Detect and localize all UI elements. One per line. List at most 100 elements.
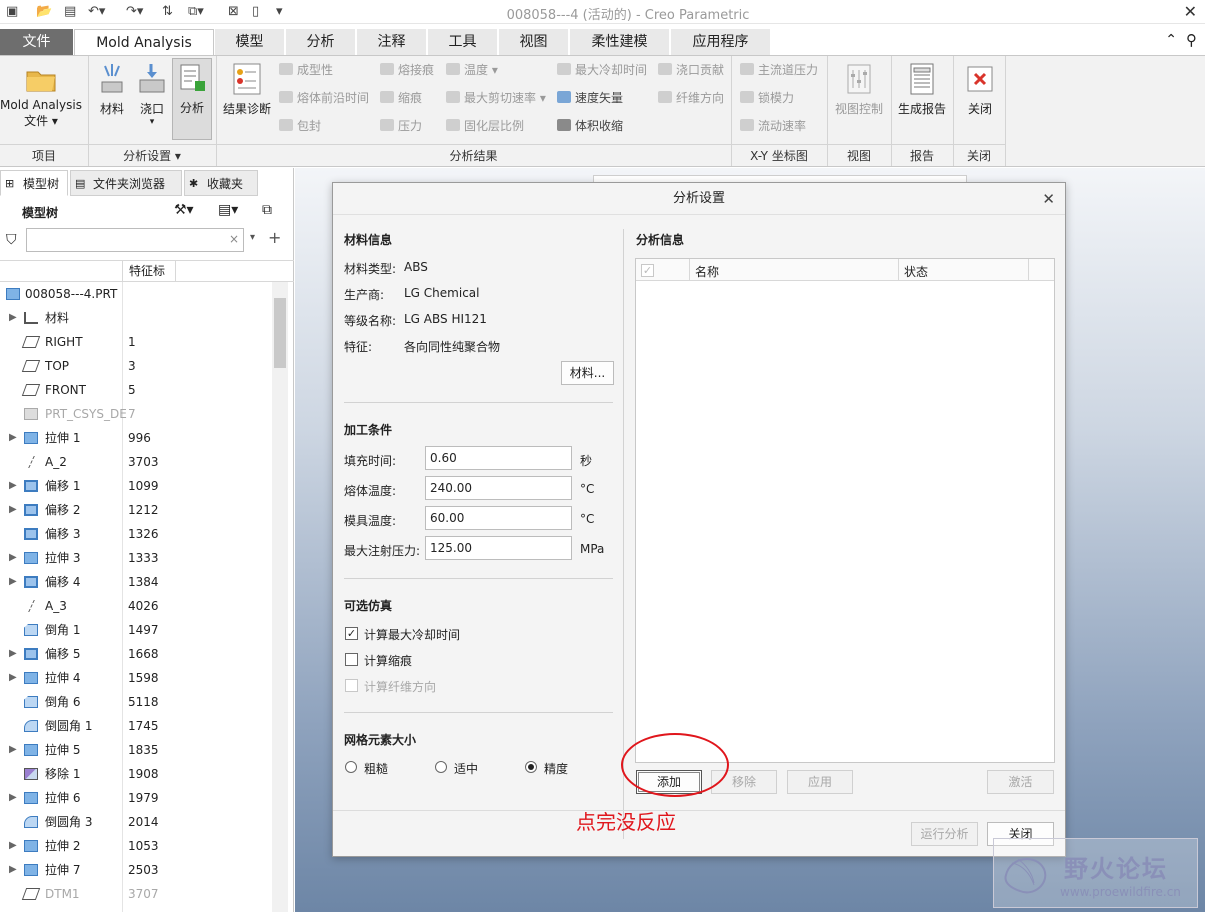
tree-search-input[interactable]: ×: [26, 228, 244, 252]
tree-row[interactable]: TOP 3: [0, 354, 294, 378]
run-analysis-button[interactable]: 运行分析: [911, 822, 978, 846]
collapse-ribbon-icon[interactable]: ⌃: [1165, 32, 1177, 48]
tree-row[interactable]: ▶ 偏移 4 1384: [0, 570, 294, 594]
result-air-trap[interactable]: 包封: [279, 117, 321, 135]
search-icon[interactable]: ⚲: [1186, 31, 1197, 49]
generate-report-button[interactable]: 生成报告: [894, 62, 950, 117]
expand-arrow-icon[interactable]: ▶: [9, 642, 17, 666]
mold-analysis-file-button[interactable]: Mold Analysis 文件 ▾: [0, 64, 82, 129]
material-button[interactable]: 材料: [94, 62, 130, 117]
tree-row[interactable]: 倒角 6 5118: [0, 690, 294, 714]
result-volume-shrinkage[interactable]: 体积收缩: [557, 117, 623, 135]
view-control-button[interactable]: 视图控制: [830, 62, 888, 117]
tree-row[interactable]: ▶ 材料: [0, 306, 294, 330]
result-sink-mark[interactable]: 缩痕: [380, 89, 422, 107]
result-frozen-layer[interactable]: 固化层比例: [446, 117, 524, 135]
tree-row[interactable]: PRT_CSYS_DE 7: [0, 402, 294, 426]
expand-arrow-icon[interactable]: ▶: [9, 306, 17, 330]
tab-analysis[interactable]: 分析: [286, 29, 356, 55]
xy-clamp-force[interactable]: 锁模力: [740, 89, 794, 107]
tree-row[interactable]: RIGHT 1: [0, 330, 294, 354]
sink-mark-checkbox[interactable]: [345, 653, 358, 666]
tree-row[interactable]: 倒角 1 1497: [0, 618, 294, 642]
mesh-medium-radio[interactable]: [435, 761, 447, 773]
tree-show-icon[interactable]: ▤▾: [218, 202, 238, 218]
cooling-time-checkbox[interactable]: ✓: [345, 627, 358, 640]
tree-row[interactable]: ▶ 偏移 1 1099: [0, 474, 294, 498]
expand-arrow-icon[interactable]: ▶: [9, 666, 17, 690]
tree-row[interactable]: 移除 1 1908: [0, 762, 294, 786]
tab-annotate[interactable]: 注释: [357, 29, 427, 55]
expand-arrow-icon[interactable]: ▶: [9, 498, 17, 522]
tree-row[interactable]: ▶ 拉伸 2 1053: [0, 834, 294, 858]
result-temperature[interactable]: 温度 ▾: [446, 61, 498, 79]
tree-filter-icon[interactable]: ⧉: [262, 202, 272, 218]
expand-arrow-icon[interactable]: ▶: [9, 570, 17, 594]
activate-button[interactable]: 激活: [987, 770, 1054, 794]
add-icon[interactable]: +: [268, 228, 281, 247]
mesh-fine-radio[interactable]: [525, 761, 537, 773]
result-melt-front-time[interactable]: 熔体前沿时间: [279, 89, 369, 107]
result-max-cooling-time[interactable]: 最大冷却时间: [557, 61, 647, 79]
result-gate-contribution[interactable]: 浇口贡献: [658, 61, 724, 79]
analysis-button[interactable]: 分析: [172, 58, 212, 140]
tree-row[interactable]: FRONT 5: [0, 378, 294, 402]
material-button[interactable]: 材料...: [561, 361, 614, 385]
close-window-button[interactable]: ✕: [1184, 2, 1197, 21]
tab-flexible-modeling[interactable]: 柔性建模: [570, 29, 670, 55]
result-max-shear-rate[interactable]: 最大剪切速率 ▾: [446, 89, 546, 107]
tab-folder-browser[interactable]: ▤ 文件夹浏览器: [70, 170, 182, 196]
result-moldability[interactable]: 成型性: [279, 61, 333, 79]
result-pressure[interactable]: 压力: [380, 117, 422, 135]
fill-time-input[interactable]: 0.60: [425, 446, 572, 470]
result-fiber-orientation[interactable]: 纤维方向: [658, 89, 724, 107]
tab-file[interactable]: 文件: [0, 29, 74, 55]
result-diagnosis-button[interactable]: 结果诊断: [220, 62, 274, 117]
tree-row[interactable]: ▶ 拉伸 6 1979: [0, 786, 294, 810]
tab-model[interactable]: 模型: [215, 29, 285, 55]
tree-row[interactable]: A_3 4026: [0, 594, 294, 618]
clear-search-icon[interactable]: ×: [229, 232, 239, 246]
result-velocity-vector[interactable]: 速度矢量: [557, 89, 623, 107]
tab-view[interactable]: 视图: [499, 29, 569, 55]
column-header-name[interactable]: 名称: [695, 263, 719, 280]
column-header-feature-id[interactable]: 特征标: [122, 260, 176, 282]
tree-row[interactable]: ▶ 拉伸 1 996: [0, 426, 294, 450]
expand-arrow-icon[interactable]: ▶: [9, 858, 17, 882]
mesh-coarse-radio[interactable]: [345, 761, 357, 773]
dialog-close-icon[interactable]: ✕: [1042, 183, 1055, 215]
tree-row[interactable]: ▶ 拉伸 5 1835: [0, 738, 294, 762]
expand-arrow-icon[interactable]: ▶: [9, 474, 17, 498]
column-header-status[interactable]: 状态: [904, 263, 928, 280]
xy-sprue-pressure[interactable]: 主流道压力: [740, 61, 818, 79]
tree-row[interactable]: ▶ 偏移 5 1668: [0, 642, 294, 666]
tree-row[interactable]: ▶ 偏移 2 1212: [0, 498, 294, 522]
expand-arrow-icon[interactable]: ▶: [9, 546, 17, 570]
tree-row[interactable]: 倒圆角 1 1745: [0, 714, 294, 738]
melt-temp-input[interactable]: 240.00: [425, 476, 572, 500]
expand-arrow-icon[interactable]: ▶: [9, 834, 17, 858]
expand-arrow-icon[interactable]: ▶: [9, 426, 17, 450]
tree-row[interactable]: ▶ 拉伸 3 1333: [0, 546, 294, 570]
result-weld-line[interactable]: 熔接痕: [380, 61, 434, 79]
tab-mold-analysis[interactable]: Mold Analysis: [74, 29, 214, 55]
tab-model-tree[interactable]: ⊞ 模型树: [0, 170, 68, 196]
tab-favorites[interactable]: ✱ 收藏夹: [184, 170, 258, 196]
tree-settings-icon[interactable]: ⚒▾: [174, 202, 194, 218]
tree-row[interactable]: A_2 3703: [0, 450, 294, 474]
mold-temp-input[interactable]: 60.00: [425, 506, 572, 530]
xy-flow-rate[interactable]: 流动速率: [740, 117, 806, 135]
tree-row[interactable]: 倒圆角 3 2014: [0, 810, 294, 834]
tab-applications[interactable]: 应用程序: [671, 29, 771, 55]
gate-button[interactable]: 浇口 ▾: [134, 62, 170, 127]
tab-tools[interactable]: 工具: [428, 29, 498, 55]
tree-row[interactable]: DTM1 3707: [0, 882, 294, 906]
tree-row[interactable]: ▶ 拉伸 7 2503: [0, 858, 294, 882]
tree-root[interactable]: 008058---4.PRT: [0, 282, 294, 306]
analysis-info-table[interactable]: ✓ 名称 状态: [635, 258, 1055, 763]
expand-arrow-icon[interactable]: ▶: [9, 786, 17, 810]
max-pressure-input[interactable]: 125.00: [425, 536, 572, 560]
tree-row[interactable]: 偏移 3 1326: [0, 522, 294, 546]
close-mold-analysis-button[interactable]: 关闭: [958, 62, 1002, 117]
search-dropdown-icon[interactable]: ▾: [250, 232, 255, 243]
